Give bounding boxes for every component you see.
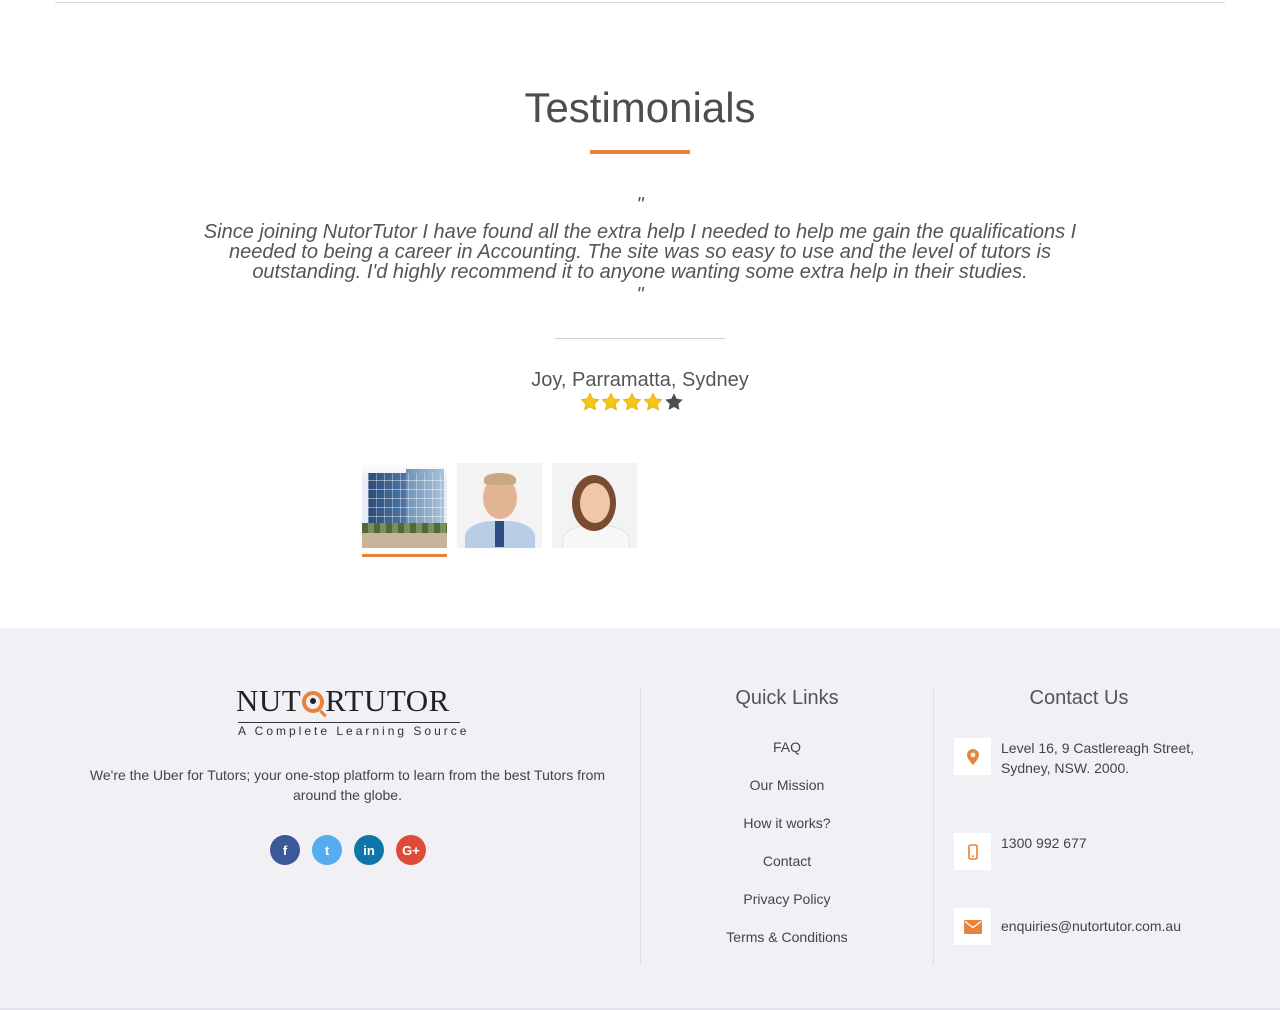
testimonial-thumbnails — [362, 463, 637, 557]
testimonials-section: Testimonials " Since joining NutorTutor … — [0, 0, 1280, 628]
quick-link-how-it-works[interactable]: How it works? — [641, 806, 933, 844]
star-filled-icon — [622, 392, 642, 411]
rating-stars — [580, 392, 690, 414]
thumbnail-building[interactable] — [362, 463, 447, 548]
testimonials-title: Testimonials — [524, 84, 756, 131]
quick-links-list: FAQ Our Mission How it works? Contact Privac… — [641, 730, 933, 958]
quick-link-terms-conditions[interactable]: Terms & Conditions — [641, 920, 933, 958]
mobile-phone-icon — [954, 833, 991, 870]
twitter-icon[interactable]: t — [312, 835, 342, 865]
social-links: f t in G+ — [270, 835, 426, 865]
quote-close-mark: " — [636, 284, 644, 306]
testimonial-quote: Since joining NutorTutor I have found al… — [203, 221, 1077, 283]
google-plus-icon[interactable]: G+ — [396, 835, 426, 865]
email-text[interactable]: enquiries@nutortutor.com.au — [1001, 916, 1231, 936]
logo-tagline: A Complete Learning Source — [238, 722, 470, 738]
logo-magnifier-icon — [302, 691, 325, 713]
footer-divider-right — [933, 688, 934, 965]
footer-about-text: We're the Uber for Tutors; your one-stop… — [89, 767, 606, 803]
star-empty-icon — [665, 393, 683, 410]
phone-text[interactable]: 1300 992 677 — [1001, 833, 1231, 853]
contact-title: Contact Us — [1029, 687, 1129, 709]
star-filled-icon — [580, 392, 600, 411]
quick-link-our-mission[interactable]: Our Mission — [641, 768, 933, 806]
testimonial-author: Joy, Parramatta, Sydney — [531, 369, 749, 391]
active-thumbnail-indicator — [362, 554, 447, 557]
facebook-icon[interactable]: f — [270, 835, 300, 865]
quick-link-faq[interactable]: FAQ — [641, 730, 933, 768]
star-filled-icon — [601, 392, 621, 411]
logo-text-right: RTUTOR — [325, 683, 450, 718]
thumbnail-man[interactable] — [457, 463, 542, 548]
quick-link-privacy-policy[interactable]: Privacy Policy — [641, 882, 933, 920]
quick-links-title: Quick Links — [735, 687, 839, 709]
logo-text-left: NUT — [236, 683, 302, 718]
address-text: Level 16, 9 Castlereagh Street, Sydney, … — [1001, 740, 1195, 776]
star-filled-icon — [643, 392, 663, 411]
envelope-icon — [954, 908, 991, 945]
map-marker-icon — [954, 738, 991, 775]
nutortutor-logo[interactable]: NUT RTUTOR A Complete Learning Source — [236, 683, 470, 739]
linkedin-icon[interactable]: in — [354, 835, 384, 865]
quick-link-contact[interactable]: Contact — [641, 844, 933, 882]
title-underline — [590, 150, 690, 154]
thumbnail-woman[interactable] — [552, 463, 637, 548]
quote-divider — [555, 338, 725, 339]
quote-open-mark: " — [636, 194, 644, 216]
